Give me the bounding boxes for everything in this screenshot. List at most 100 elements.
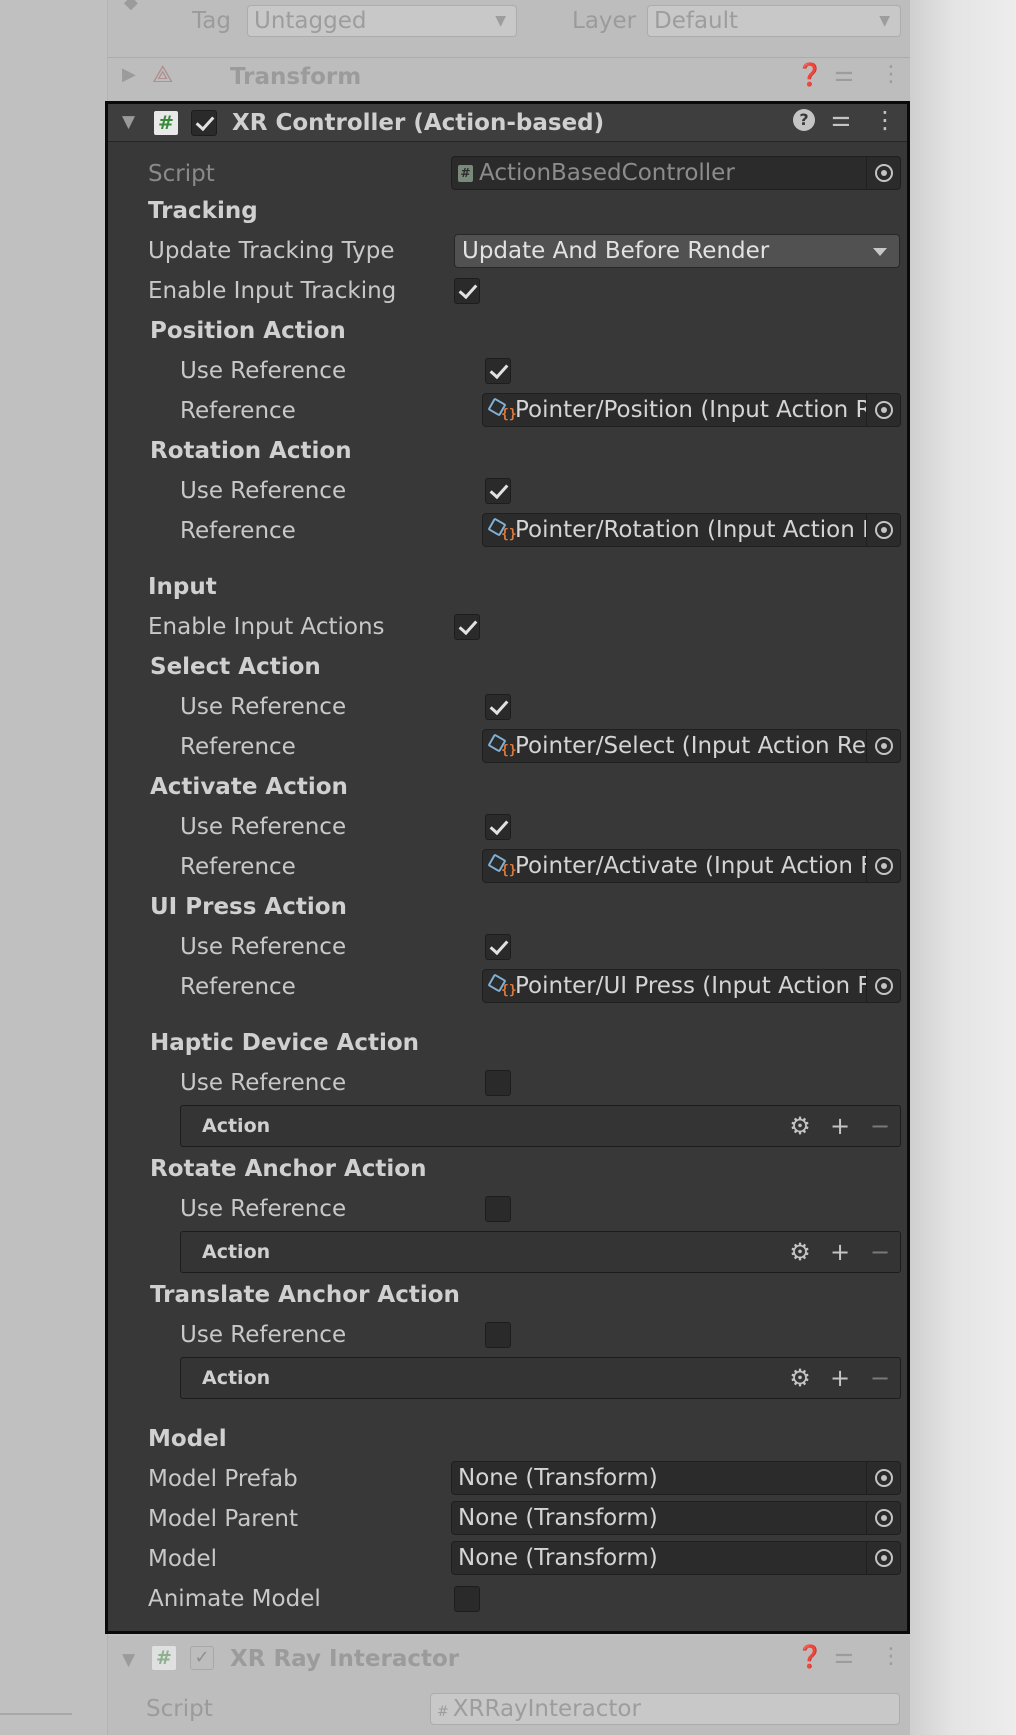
rotate-anchor-header-row: Rotate Anchor Action xyxy=(150,1151,426,1187)
component-enabled-checkbox[interactable] xyxy=(191,110,217,136)
rotate-anchor-use-reference-checkbox[interactable] xyxy=(485,1196,511,1222)
layer-label: Layer xyxy=(572,8,637,34)
object-picker-icon[interactable] xyxy=(866,730,900,762)
layer-dropdown[interactable]: Default ▼ xyxy=(647,5,901,37)
object-picker-icon[interactable] xyxy=(866,157,900,189)
foldout-arrow-icon[interactable]: ▶ xyxy=(122,64,136,85)
gear-icon[interactable]: ⚙ xyxy=(780,1360,820,1396)
ui-press-use-reference-row: Use Reference xyxy=(180,929,346,965)
enable-input-tracking-row: Enable Input Tracking xyxy=(148,273,396,309)
model-parent-field[interactable]: None (Transform) xyxy=(451,1501,901,1535)
model-field[interactable]: None (Transform) xyxy=(451,1541,901,1575)
rotate-anchor-action-label: Action xyxy=(202,1241,271,1263)
object-picker-icon[interactable] xyxy=(866,394,900,426)
activate-reference-field[interactable]: {} Pointer/Activate (Input Action F xyxy=(482,849,901,883)
object-picker-icon[interactable] xyxy=(866,1502,900,1534)
select-use-reference-checkbox[interactable] xyxy=(485,694,511,720)
position-use-reference-checkbox[interactable] xyxy=(485,358,511,384)
enable-input-actions-checkbox[interactable] xyxy=(454,614,480,640)
inspector-top: ◆ Tag Untagged ▼ Layer Default ▼ ▶ ⟁ Trans… xyxy=(108,0,910,101)
script-field[interactable]: # ActionBasedController xyxy=(451,156,901,190)
help-icon[interactable]: ❓ xyxy=(796,63,823,88)
select-use-reference-row: Use Reference xyxy=(180,689,346,725)
script-icon: # xyxy=(152,1646,176,1670)
object-picker-icon[interactable] xyxy=(866,514,900,546)
plus-icon[interactable]: + xyxy=(820,1234,860,1270)
kebab-menu-icon[interactable]: ⋮ xyxy=(873,106,897,134)
presets-icon[interactable]: ⚌ xyxy=(834,1644,854,1669)
ui-press-reference-field[interactable]: {} Pointer/UI Press (Input Action F xyxy=(482,969,901,1003)
select-reference-value: Pointer/Select (Input Action Re xyxy=(515,733,866,759)
update-tracking-type-label: Update Tracking Type xyxy=(148,238,395,264)
tag-label: Tag xyxy=(192,8,231,34)
minus-icon[interactable]: − xyxy=(860,1108,900,1144)
rotation-reference-field[interactable]: {} Pointer/Rotation (Input Action F xyxy=(482,513,901,547)
minus-icon[interactable]: − xyxy=(860,1360,900,1396)
object-picker-icon[interactable] xyxy=(866,850,900,882)
haptic-use-reference-row: Use Reference xyxy=(180,1065,346,1101)
input-action-reference-icon: {} xyxy=(487,853,517,878)
animate-model-checkbox[interactable] xyxy=(454,1586,480,1612)
activate-action-header: Activate Action xyxy=(150,774,348,800)
update-tracking-type-row: Update Tracking Type xyxy=(148,233,395,269)
select-action-header-row: Select Action xyxy=(150,649,321,685)
plus-icon[interactable]: + xyxy=(820,1360,860,1396)
presets-icon[interactable]: ⚌ xyxy=(831,107,851,132)
gear-icon[interactable]: ⚙ xyxy=(780,1234,820,1270)
translate-anchor-use-reference-checkbox[interactable] xyxy=(485,1322,511,1348)
presets-icon[interactable]: ⚌ xyxy=(834,62,854,87)
model-header: Model xyxy=(148,1426,227,1452)
xr-controller-component: ▼ # XR Controller (Action-based) ? ⚌ ⋮ S… xyxy=(105,101,910,1634)
next-script-field[interactable]: # XRRayInteractor xyxy=(430,1693,900,1725)
activate-use-reference-row: Use Reference xyxy=(180,809,346,845)
plus-icon[interactable]: + xyxy=(820,1108,860,1144)
haptic-use-reference-checkbox[interactable] xyxy=(485,1070,511,1096)
object-picker-icon[interactable] xyxy=(866,1542,900,1574)
translate-anchor-use-reference-row: Use Reference xyxy=(180,1317,346,1353)
kebab-menu-icon[interactable]: ⋮ xyxy=(880,62,902,87)
component-enabled-checkbox[interactable]: ✓ xyxy=(190,1646,214,1670)
left-pane-divider xyxy=(0,1713,72,1715)
left-pane xyxy=(0,0,108,1735)
rotation-use-reference-checkbox[interactable] xyxy=(485,478,511,504)
minus-icon[interactable]: − xyxy=(860,1234,900,1270)
tag-dropdown[interactable]: Untagged ▼ xyxy=(247,5,517,37)
rotation-action-header-row: Rotation Action xyxy=(150,433,352,469)
script-label: Script xyxy=(148,161,215,187)
help-icon[interactable]: ❓ xyxy=(796,1645,823,1670)
rotation-use-reference-row: Use Reference xyxy=(180,473,346,509)
layer-value: Default xyxy=(654,8,739,34)
update-tracking-type-dropdown[interactable]: Update And Before Render xyxy=(454,234,900,268)
object-picker-icon[interactable] xyxy=(866,1462,900,1494)
ui-press-use-reference-checkbox[interactable] xyxy=(485,934,511,960)
rotate-anchor-use-reference-label: Use Reference xyxy=(180,1196,347,1222)
select-reference-field[interactable]: {} Pointer/Select (Input Action Re xyxy=(482,729,901,763)
activate-use-reference-checkbox[interactable] xyxy=(485,814,511,840)
kebab-menu-icon[interactable]: ⋮ xyxy=(880,1644,902,1669)
ui-press-reference-value: Pointer/UI Press (Input Action F xyxy=(515,973,866,999)
gear-icon[interactable]: ⚙ xyxy=(780,1108,820,1144)
input-action-reference-icon: {} xyxy=(487,733,517,758)
position-reference-field[interactable]: {} Pointer/Position (Input Action R xyxy=(482,393,901,427)
rotation-reference-value: Pointer/Rotation (Input Action F xyxy=(515,517,866,543)
enable-input-tracking-checkbox[interactable] xyxy=(454,278,480,304)
select-use-reference-label: Use Reference xyxy=(180,694,347,720)
help-icon[interactable]: ? xyxy=(793,109,815,131)
next-component-title: XR Ray Interactor xyxy=(230,1646,460,1672)
model-prefab-field[interactable]: None (Transform) xyxy=(451,1461,901,1495)
transform-title: Transform xyxy=(230,64,362,90)
activate-reference-row: Reference xyxy=(180,849,296,885)
animate-model-label: Animate Model xyxy=(148,1586,321,1612)
translate-anchor-header-row: Translate Anchor Action xyxy=(150,1277,460,1313)
haptic-use-reference-label: Use Reference xyxy=(180,1070,347,1096)
position-action-header-row: Position Action xyxy=(150,313,346,349)
position-action-header: Position Action xyxy=(150,318,346,344)
translate-anchor-header: Translate Anchor Action xyxy=(150,1282,460,1308)
activate-use-reference-label: Use Reference xyxy=(180,814,347,840)
model-value: None (Transform) xyxy=(458,1545,658,1571)
object-picker-icon[interactable] xyxy=(866,970,900,1002)
foldout-expanded-icon[interactable]: ▼ xyxy=(122,1650,135,1670)
script-value: ActionBasedController xyxy=(479,160,735,186)
model-prefab-row: Model Prefab xyxy=(148,1461,298,1497)
foldout-expanded-icon[interactable]: ▼ xyxy=(122,112,135,132)
